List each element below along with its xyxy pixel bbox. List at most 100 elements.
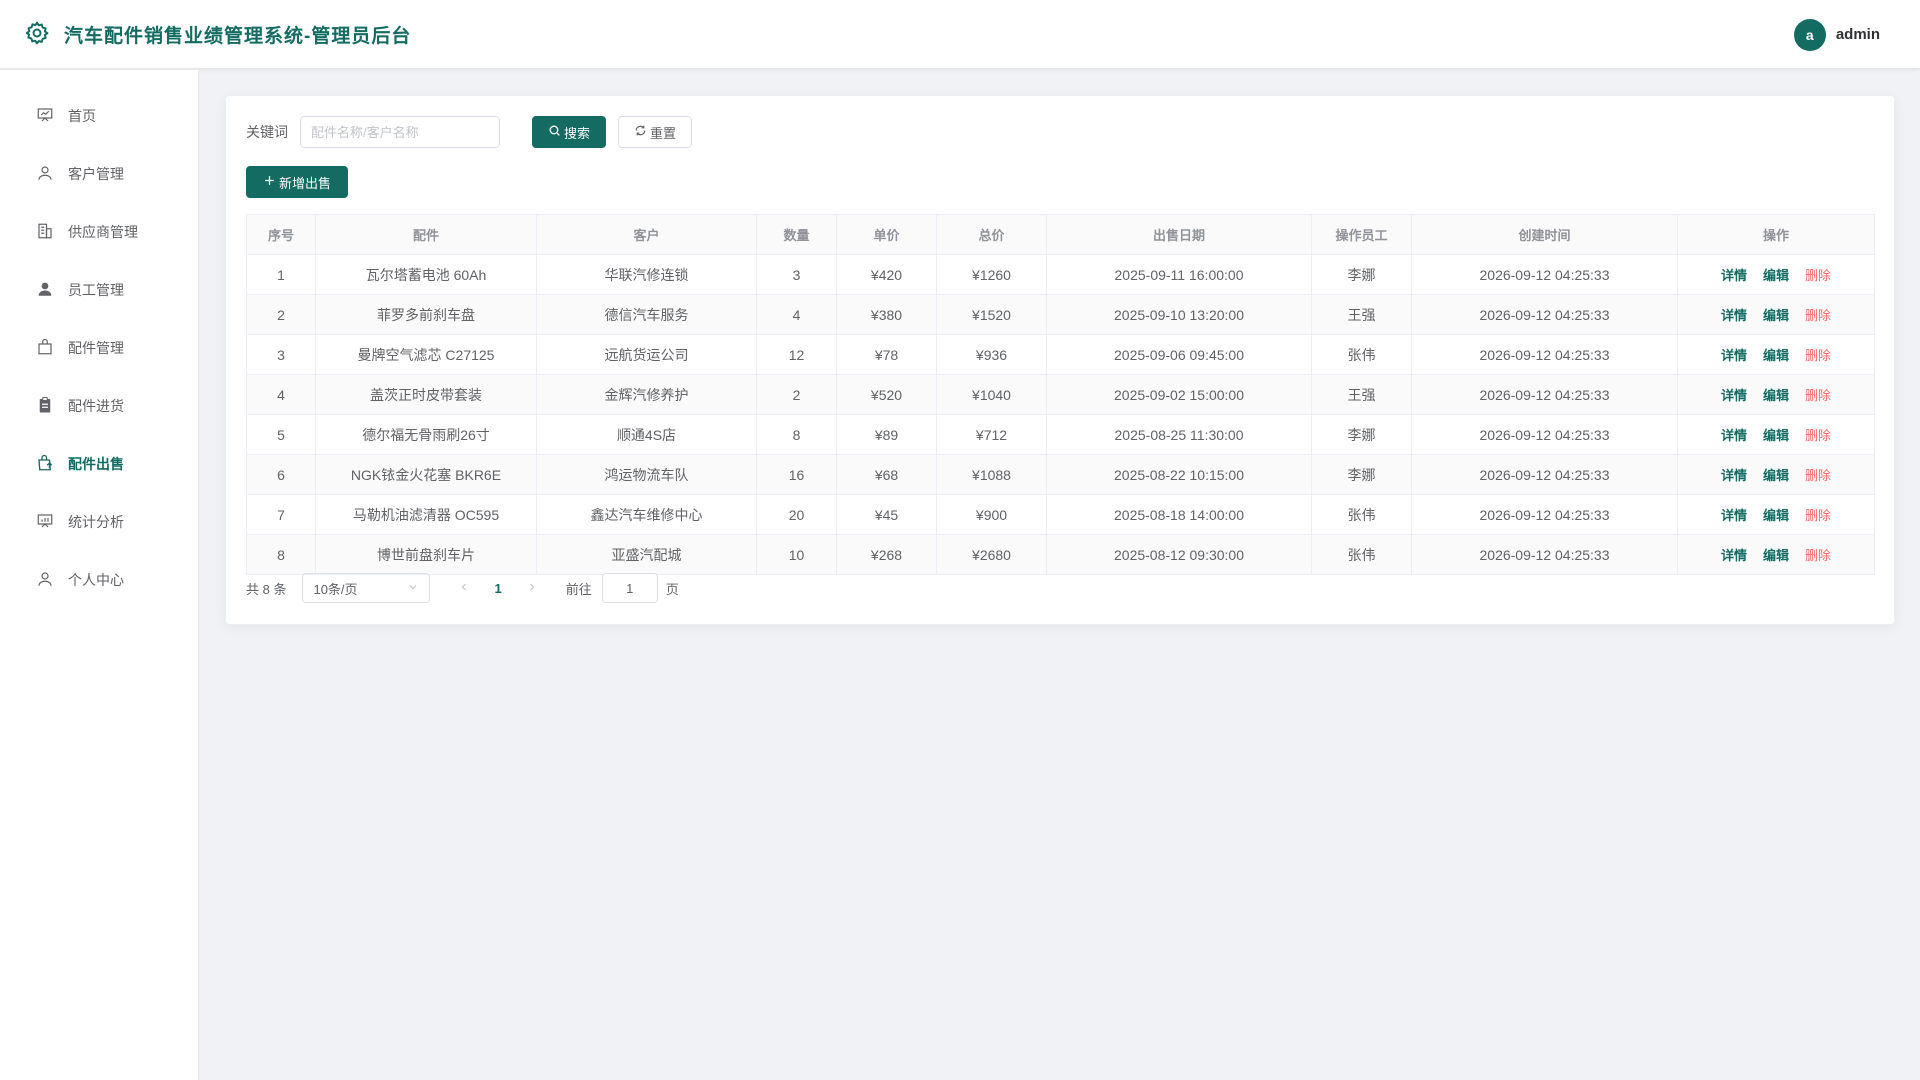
page-unit-label: 页 [665,581,679,597]
avatar[interactable]: a [1793,18,1826,51]
table-cell: 张伟 [1311,534,1412,575]
detail-link[interactable]: 详情 [1721,348,1747,363]
table-row: 7 马勒机油滤清器 OC595 鑫达汽车维修中心 20 ¥45 ¥900 2025-08-1… [246,494,1875,535]
detail-link[interactable]: 详情 [1721,468,1747,483]
table-cell: ¥900 [936,494,1047,535]
edit-link[interactable]: 编辑 [1763,308,1789,323]
table-cell: 8 [756,414,837,455]
page-number-current[interactable]: 1 [494,581,501,596]
detail-link[interactable]: 详情 [1721,268,1747,283]
chart-board-icon [36,512,54,533]
delete-link[interactable]: 删除 [1805,308,1831,323]
sales-table: 序号 配件 客户 数量 单价 总价 出售日期 操作员工 创建时间 操作 1 瓦尔塔… [246,214,1875,575]
table-cell: 1 [246,254,316,295]
table-cell: 16 [756,454,837,495]
column-header: 总价 [936,214,1047,255]
table-cell: 2025-09-02 15:00:00 [1046,374,1312,415]
sidebar-item-profile[interactable]: 个人中心 [0,551,198,609]
detail-link[interactable]: 详情 [1721,428,1747,443]
table-cell: 20 [756,494,837,535]
table-cell: 7 [246,494,316,535]
sidebar-item-label: 配件管理 [68,340,124,356]
delete-link[interactable]: 删除 [1805,468,1831,483]
table-cell: 4 [246,374,316,415]
search-button[interactable]: 搜索 [532,116,606,148]
edit-link[interactable]: 编辑 [1763,268,1789,283]
sidebar-item-label: 个人中心 [68,572,124,588]
row-actions: 详情 编辑 删除 [1677,374,1875,415]
sidebar-item-purchase[interactable]: 配件进货 [0,377,198,435]
table-cell: 博世前盘刹车片 [315,534,537,575]
table-cell: 5 [246,414,316,455]
detail-link[interactable]: 详情 [1721,388,1747,403]
detail-link[interactable]: 详情 [1721,508,1747,523]
prev-page-button[interactable] [458,580,470,596]
delete-link[interactable]: 删除 [1805,268,1831,283]
page-size-select[interactable]: 10条/页 [302,573,431,603]
table-cell: 12 [756,334,837,375]
table-cell: 鸿运物流车队 [536,454,757,495]
table-cell: 亚盛汽配城 [536,534,757,575]
sidebar-item-statistics[interactable]: 统计分析 [0,493,198,551]
table-cell: ¥1040 [936,374,1047,415]
table-cell: 2026-09-12 04:25:33 [1411,494,1678,535]
detail-link[interactable]: 详情 [1721,548,1747,563]
username[interactable]: admin [1836,26,1880,43]
goto-page-input[interactable] [601,573,658,603]
next-page-button[interactable] [526,580,538,596]
delete-link[interactable]: 删除 [1805,508,1831,523]
table-cell: 2025-08-18 14:00:00 [1046,494,1312,535]
search-button-label: 搜索 [563,125,590,141]
reset-button[interactable]: 重置 [618,116,692,148]
table-cell: 远航货运公司 [536,334,757,375]
sell-icon [36,454,54,475]
table-cell: 盖茨正时皮带套装 [315,374,537,415]
table-cell: 2026-09-12 04:25:33 [1411,254,1678,295]
sidebar-item-employees[interactable]: 员工管理 [0,261,198,319]
delete-link[interactable]: 删除 [1805,348,1831,363]
table-cell: ¥1088 [936,454,1047,495]
user-menu[interactable]: a admin [1793,0,1880,69]
pagination: 共 8 条 10条/页 1 前往 页 [246,573,679,603]
table-cell: ¥1260 [936,254,1047,295]
chevron-right-icon [529,583,535,591]
table-cell: 张伟 [1311,494,1412,535]
table-cell: 菲罗多前刹车盘 [315,294,537,335]
edit-link[interactable]: 编辑 [1763,428,1789,443]
sidebar-item-sales[interactable]: 配件出售 [0,435,198,493]
table-cell: 曼牌空气滤芯 C27125 [315,334,537,375]
sidebar: 首页 客户管理 供应商管理 员工管理 配件管理 配件进货 配件出售 统计分析 个… [0,70,199,1080]
edit-link[interactable]: 编辑 [1763,508,1789,523]
sidebar-item-parts[interactable]: 配件管理 [0,319,198,377]
sidebar-item-suppliers[interactable]: 供应商管理 [0,203,198,261]
table-cell: 2025-08-22 10:15:00 [1046,454,1312,495]
delete-link[interactable]: 删除 [1805,428,1831,443]
column-header: 客户 [536,214,757,255]
sidebar-item-customers[interactable]: 客户管理 [0,145,198,203]
edit-link[interactable]: 编辑 [1763,468,1789,483]
table-cell: ¥1520 [936,294,1047,335]
table-cell: 2025-09-06 09:45:00 [1046,334,1312,375]
edit-link[interactable]: 编辑 [1763,388,1789,403]
delete-link[interactable]: 删除 [1805,388,1831,403]
keyword-input[interactable] [300,116,500,148]
table-cell: 李娜 [1311,254,1412,295]
sidebar-item-label: 员工管理 [68,282,124,298]
table-cell: ¥268 [836,534,937,575]
table-cell: 2 [756,374,837,415]
clipboard-icon [36,396,54,417]
search-bar: 关键词 搜索 重置 [246,116,692,148]
column-header: 单价 [836,214,937,255]
edit-link[interactable]: 编辑 [1763,548,1789,563]
user-icon [36,570,54,591]
edit-link[interactable]: 编辑 [1763,348,1789,363]
detail-link[interactable]: 详情 [1721,308,1747,323]
keyword-label: 关键词 [246,124,288,140]
add-sale-button[interactable]: 新增出售 [246,166,348,198]
delete-link[interactable]: 删除 [1805,548,1831,563]
user-icon [36,164,54,185]
sidebar-item-home[interactable]: 首页 [0,87,198,145]
table-cell: NGK铱金火花塞 BKR6E [315,454,537,495]
toolbar: 新增出售 [246,166,348,198]
table-cell: 2025-09-10 13:20:00 [1046,294,1312,335]
